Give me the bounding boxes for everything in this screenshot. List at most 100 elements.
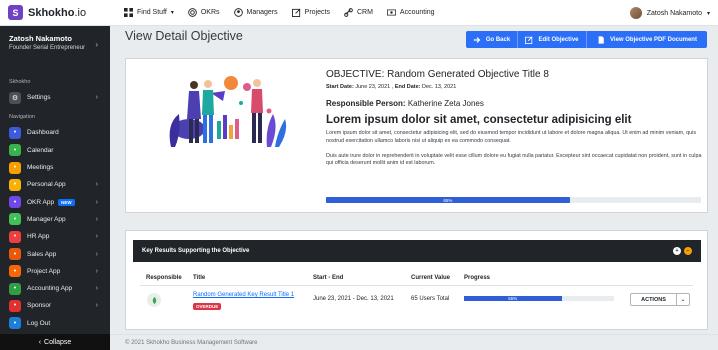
target-icon [188, 8, 197, 17]
sidebar-profile[interactable]: Zatosh Nakamoto Founder Serial Entrepren… [0, 26, 110, 73]
arrow-right-icon [473, 36, 481, 43]
actions-label: ACTIONS [641, 296, 666, 303]
sidebar-item-manager-app[interactable]: • Manager App › [0, 211, 110, 228]
responsible-person-name: Katherine Zeta Jones [407, 99, 484, 108]
edit-objective-button[interactable]: Edit Objective [517, 31, 586, 48]
dashboard-icon: • [9, 126, 21, 139]
nav-find-stuff[interactable]: Find Stuff ▾ [117, 0, 181, 26]
add-circle-icon[interactable]: + [673, 247, 681, 255]
minus-circle-icon[interactable]: − [684, 247, 692, 255]
user-menu[interactable]: Zatosh Nakamoto ▾ [629, 0, 710, 26]
sidebar-item-label: Project App [27, 267, 61, 275]
sidebar-item-meetings[interactable]: • Meetings [0, 159, 110, 176]
page-title: View Detail Objective [125, 29, 243, 43]
sidebar-item-settings[interactable]: ⚙ Settings › [0, 89, 110, 106]
sidebar-item-label: Meetings [27, 164, 54, 172]
chevron-down-icon[interactable]: ⌄ [676, 294, 689, 305]
nav-label: OKRs [200, 9, 220, 16]
leaf-icon [152, 296, 156, 304]
sidebar-item-personal-app[interactable]: • Personal App › [0, 176, 110, 193]
chevron-right-icon: › [95, 198, 98, 206]
sidebar-item-label: Log Out [27, 319, 51, 327]
sidebar-nav-list: • Dashboard • Calendar • Meetings • Personal Ap… [0, 124, 110, 332]
nav-accounting[interactable]: Accounting [380, 0, 442, 26]
key-result-title-link[interactable]: Random Generated Key Result Title 1 [193, 292, 294, 298]
go-back-button[interactable]: Go Back [466, 31, 517, 48]
responsible-person: Responsible Person: Katherine Zeta Jones [326, 99, 702, 108]
hr-icon: • [9, 230, 21, 243]
chevron-left-icon: ‹ [38, 338, 42, 346]
sidebar-item-project-app[interactable]: • Project App › [0, 263, 110, 280]
avatar [147, 293, 161, 307]
profile-title: Founder Serial Entrepreneur [9, 45, 86, 51]
objective-paragraph: Lorem ipsum dolor sit amet, consectetur … [326, 130, 697, 144]
section-label-skhokho: Skhokho [9, 79, 31, 85]
brand-name: Skhokho [28, 6, 75, 19]
nav-label: Projects [304, 9, 330, 16]
objective-details: OBJECTIVE: Random Generated Objective Ti… [326, 69, 702, 168]
chevron-right-icon: › [95, 285, 98, 293]
objective-dates: Start Date: June 23, 2021 , End Date: De… [326, 84, 457, 90]
calendar-icon: • [9, 144, 21, 157]
sidebar-item-log-out[interactable]: • Log Out [0, 315, 110, 332]
grid-icon [124, 8, 133, 17]
nav-projects[interactable]: Projects [285, 0, 337, 26]
key-result-current-value: 65 Users Total [411, 296, 450, 302]
footer: © 2021 Skhokho Business Management Softw… [110, 334, 718, 350]
key-results-header: Key Results Supporting the Objective + − [133, 240, 701, 262]
sidebar-item-sales-app[interactable]: • Sales App › [0, 245, 110, 262]
document-icon [598, 35, 604, 44]
brand-suffix: .io [74, 6, 87, 19]
brand[interactable]: S Skhokho.io [0, 5, 110, 20]
accounting-icon: • [9, 282, 21, 295]
objective-card: OBJECTIVE: Random Generated Objective Ti… [125, 58, 708, 213]
objective-paragraph: Duis aute irure dolor in reprehenderit i… [326, 152, 702, 167]
sales-icon: • [9, 248, 21, 261]
sidebar-item-label: Accounting App [27, 285, 73, 293]
objective-title: OBJECTIVE: Random Generated Objective Ti… [326, 69, 549, 80]
key-result-progress-bar: 65% [464, 296, 614, 301]
chevron-right-icon: › [95, 250, 98, 258]
chevron-right-icon: › [95, 267, 98, 275]
objective-heading: Lorem ipsum dolor sit amet, consectetur … [326, 114, 632, 126]
start-date: June 23, 2021 [355, 84, 391, 90]
sidebar-item-okr-app[interactable]: • OKR App NEW › [0, 193, 110, 210]
collapse-label: Collapse [44, 338, 72, 346]
manager-icon: • [9, 213, 21, 226]
chevron-right-icon: › [95, 215, 98, 223]
sidebar-item-label: OKR App [27, 198, 55, 206]
nav-okrs[interactable]: OKRs [181, 0, 227, 26]
sidebar-item-dashboard[interactable]: • Dashboard [0, 124, 110, 141]
sidebar-item-sponsor[interactable]: • Sponsor › [0, 297, 110, 314]
chevron-right-icon: › [95, 94, 98, 102]
logout-icon: • [9, 317, 21, 330]
okr-icon: • [9, 196, 21, 209]
table-divider [140, 285, 693, 286]
start-date-label: Start Date: [326, 84, 354, 90]
status-badge: OVERDUE [193, 303, 222, 310]
sidebar-item-label: Sponsor [27, 302, 52, 310]
brand-logo: S [8, 5, 23, 20]
actions-dropdown[interactable]: ACTIONS ⌄ [630, 293, 690, 306]
gear-icon: ⚙ [9, 91, 21, 104]
sponsor-icon: • [9, 299, 21, 312]
view-pdf-button[interactable]: View Objective PDF Document [586, 31, 707, 48]
edit-objective-label: Edit Objective [538, 36, 579, 43]
end-date-label: End Date: [394, 84, 421, 90]
col-header-responsible: Responsible [146, 275, 182, 281]
sidebar-item-hr-app[interactable]: • HR App › [0, 228, 110, 245]
collapse-button[interactable]: ‹ Collapse [0, 334, 110, 350]
nav-crm[interactable]: CRM [337, 0, 380, 26]
view-pdf-label: View Objective PDF Document [610, 36, 697, 43]
go-back-label: Go Back [485, 36, 511, 43]
sidebar-item-calendar[interactable]: • Calendar [0, 142, 110, 159]
end-date: Dec. 13, 2021 [422, 84, 457, 90]
nav-managers[interactable]: Managers [227, 0, 285, 26]
key-results-card: Key Results Supporting the Objective + −… [125, 230, 708, 330]
col-header-progress: Progress [464, 275, 491, 281]
sidebar-item-accounting-app[interactable]: • Accounting App › [0, 280, 110, 297]
chevron-right-icon: › [95, 233, 98, 241]
sidebar-item-label: Manager App [27, 215, 66, 223]
user-circle-icon [233, 8, 243, 17]
sidebar-item-label: HR App [27, 233, 50, 241]
